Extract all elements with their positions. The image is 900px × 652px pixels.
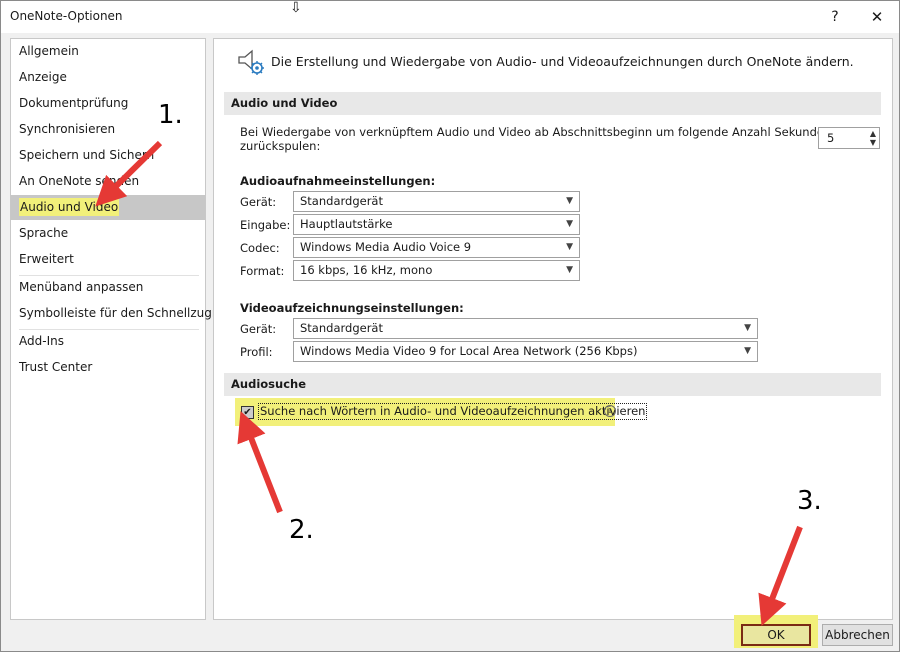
annotation-step1: 1.: [158, 100, 183, 130]
arrow-step2: [237, 411, 283, 514]
annotation-step2: 2.: [289, 515, 314, 545]
annotation-arrows: [95, 140, 803, 626]
annotation-step3: 3.: [797, 486, 822, 516]
arrow-step1: [95, 140, 163, 207]
arrow-step3: [758, 525, 803, 626]
